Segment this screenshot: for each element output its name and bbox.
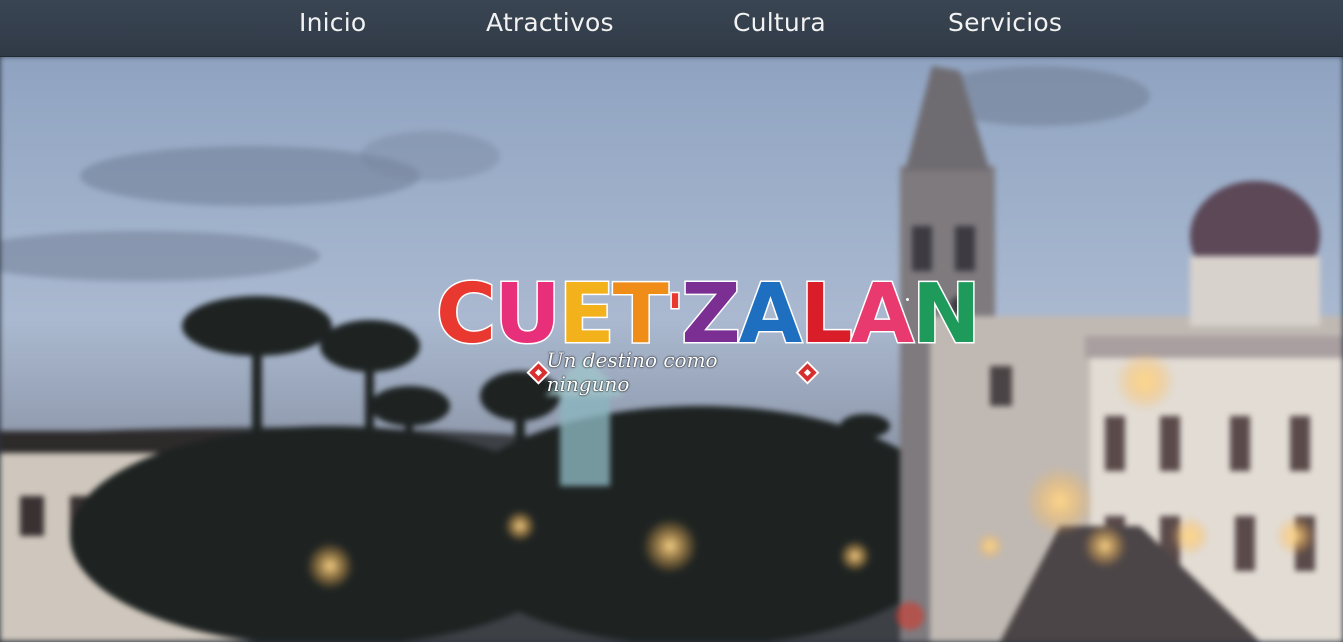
sparkle-dot	[906, 298, 909, 301]
logo-letter: '	[665, 282, 684, 348]
logo-tagline: Un destino como ninguno	[546, 348, 718, 396]
nav-link-servicios[interactable]: Servicios	[948, 8, 1062, 37]
logo-letter: N	[910, 267, 982, 362]
logo-letter: C	[434, 267, 497, 362]
logo-wordmark: C U E T ' Z A L A N	[434, 267, 982, 362]
logo-letter: A	[737, 267, 804, 362]
page: Inicio Atractivos Cultura Servicios C U …	[0, 0, 1343, 642]
logo-letter: T	[611, 267, 670, 362]
logo-letter: A	[849, 267, 916, 362]
top-nav: Inicio Atractivos Cultura Servicios	[0, 0, 1343, 57]
nav-link-atractivos[interactable]: Atractivos	[486, 8, 614, 37]
logo-letter: U	[493, 267, 563, 362]
logo-letter: L	[799, 267, 854, 362]
logo-letter: E	[557, 267, 616, 362]
hero-banner: C U E T ' Z A L A N Un destino como ninguno	[0, 56, 1343, 642]
logo-letter: Z	[680, 267, 743, 362]
nav-link-cultura[interactable]: Cultura	[733, 8, 826, 37]
cuetzalan-logo: C U E T ' Z A L A N Un destino como ninguno	[434, 272, 982, 396]
logo-tagline-row: Un destino como ninguno	[526, 348, 820, 396]
nav-link-inicio[interactable]: Inicio	[299, 8, 366, 37]
